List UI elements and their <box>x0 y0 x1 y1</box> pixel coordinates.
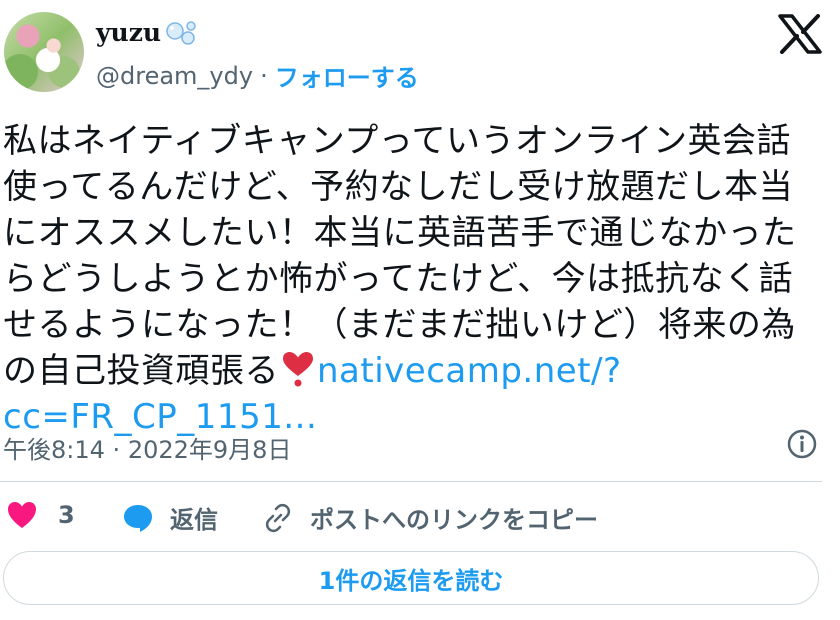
bubbles-icon <box>166 20 196 45</box>
separator: · <box>260 61 268 90</box>
avatar[interactable] <box>4 12 84 92</box>
read-replies-button[interactable]: 1件の返信を読む <box>3 551 819 605</box>
tweet-link-part1[interactable]: nativecamp.net/? <box>317 351 622 391</box>
follow-button[interactable]: フォローする <box>275 58 419 93</box>
like-count: 3 <box>58 501 75 529</box>
tweet-date: 2022年9月8日 <box>127 436 292 464</box>
read-replies-label: 1件の返信を読む <box>318 566 504 595</box>
tweet-time: 午後8:14 <box>3 436 105 464</box>
like-button[interactable]: 3 <box>6 500 75 530</box>
author-name[interactable]: yuzu <box>96 18 161 47</box>
copy-link-button[interactable]: ポストへのリンクをコピー <box>262 500 598 535</box>
tweet-line: らどうしようとか怖がってたけど、今は抵抗なく話 <box>3 259 794 299</box>
timestamp[interactable]: 午後8:14 · 2022年9月8日 <box>3 430 291 465</box>
tweet-line: 使ってるんだけど、予約なしだし受け放題だし本当 <box>3 167 794 207</box>
reply-button[interactable]: 返信 <box>122 500 218 535</box>
handle-row: @dream_ydy · フォローする <box>96 58 419 93</box>
copy-link-label: ポストへのリンクをコピー <box>310 506 598 534</box>
heart-icon <box>8 502 36 528</box>
tweet-text: 私はネイティブキャンプっていうオンライン英会話 使ってるんだけど、予約なしだし受… <box>3 118 833 440</box>
reply-bubble-icon <box>124 504 152 532</box>
tweet-line-last: の自己投資頑張る nativecamp.net/? <box>3 348 833 394</box>
author-handle[interactable]: @dream_ydy <box>96 62 253 90</box>
tweet-line: せるようになった！（まだまだ拙いけど）将来の為 <box>3 305 796 345</box>
tweet-line: にオススメしたい！本当に英語苦手で通じなかった <box>3 213 797 253</box>
link-icon <box>265 503 291 532</box>
separator: · <box>112 436 121 464</box>
tweet-line: 私はネイティブキャンプっていうオンライン英会話 <box>3 121 792 161</box>
heart-emoji-icon <box>283 352 313 387</box>
divider <box>0 481 822 482</box>
reply-label: 返信 <box>170 506 218 534</box>
tweet-line-text: の自己投資頑張る <box>3 351 279 391</box>
info-icon[interactable] <box>786 428 818 460</box>
author-name-row: yuzu <box>96 18 199 47</box>
x-logo-icon[interactable] <box>778 14 822 54</box>
